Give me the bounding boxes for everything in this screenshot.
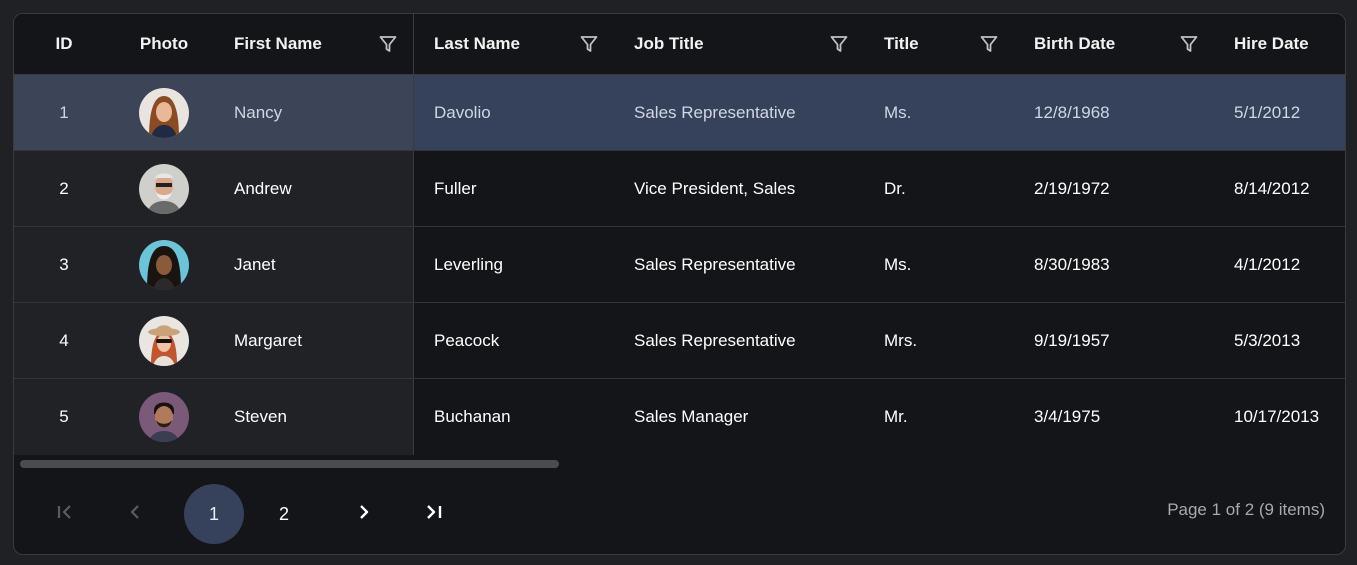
table-row[interactable]: 1 Nancy Davolio Sales Representative Ms.… bbox=[14, 75, 1345, 151]
cell-hire-date[interactable]: 5/1/2012 bbox=[1214, 75, 1345, 150]
cell-birth-date[interactable]: 3/4/1975 bbox=[1014, 379, 1214, 455]
header-hire-date[interactable]: Hire Date bbox=[1214, 14, 1345, 74]
page-info: Page 1 of 2 (9 items) bbox=[1167, 500, 1325, 519]
header-label: Last Name bbox=[434, 34, 520, 53]
header-job-title[interactable]: Job Title bbox=[614, 14, 864, 74]
avatar bbox=[139, 239, 189, 290]
cell-id[interactable]: 1 bbox=[14, 75, 114, 150]
next-page-icon bbox=[354, 502, 374, 527]
table-row[interactable]: 5 Steven Buchanan Sales Manager Mr. 3/4/… bbox=[14, 379, 1345, 455]
cell-photo[interactable] bbox=[114, 227, 214, 302]
cell-last-name[interactable]: Buchanan bbox=[414, 379, 614, 455]
cell-photo[interactable] bbox=[114, 151, 214, 226]
header-id[interactable]: ID bbox=[14, 14, 114, 74]
cell-birth-date[interactable]: 9/19/1957 bbox=[1014, 303, 1214, 378]
header-row: ID Photo First Name Last Name Job Title bbox=[14, 14, 1345, 75]
cell-job-title[interactable]: Vice President, Sales bbox=[614, 151, 864, 226]
horizontal-scrollbar[interactable] bbox=[14, 456, 1345, 470]
cell-last-name[interactable]: Peacock bbox=[414, 303, 614, 378]
last-page-button[interactable] bbox=[404, 484, 464, 544]
cell-title[interactable]: Mr. bbox=[864, 379, 1014, 455]
header-title[interactable]: Title bbox=[864, 14, 1014, 74]
cell-hire-date[interactable]: 8/14/2012 bbox=[1214, 151, 1345, 226]
cell-first-name[interactable]: Andrew bbox=[214, 151, 414, 226]
next-page-button[interactable] bbox=[334, 484, 394, 544]
scrollbar-thumb[interactable] bbox=[20, 460, 559, 468]
avatar bbox=[139, 163, 189, 214]
cell-birth-date[interactable]: 12/8/1968 bbox=[1014, 75, 1214, 150]
filter-funnel-icon[interactable] bbox=[379, 35, 397, 53]
first-page-icon bbox=[55, 502, 75, 527]
cell-first-name[interactable]: Steven bbox=[214, 379, 414, 455]
grid-viewport: ID Photo First Name Last Name Job Title bbox=[14, 14, 1345, 456]
cell-photo[interactable] bbox=[114, 303, 214, 378]
avatar bbox=[139, 87, 189, 138]
cell-job-title[interactable]: Sales Manager bbox=[614, 379, 864, 455]
cell-first-name[interactable]: Janet bbox=[214, 227, 414, 302]
cell-birth-date[interactable]: 8/30/1983 bbox=[1014, 227, 1214, 302]
header-label: First Name bbox=[234, 34, 322, 53]
cell-title[interactable]: Ms. bbox=[864, 75, 1014, 150]
cell-hire-date[interactable]: 4/1/2012 bbox=[1214, 227, 1345, 302]
pager: 1 2 Page 1 of 2 (9 items) bbox=[14, 470, 1345, 554]
filter-funnel-icon[interactable] bbox=[580, 35, 598, 53]
cell-title[interactable]: Mrs. bbox=[864, 303, 1014, 378]
cell-job-title[interactable]: Sales Representative bbox=[614, 75, 864, 150]
header-photo[interactable]: Photo bbox=[114, 14, 214, 74]
avatar bbox=[139, 315, 189, 366]
header-birth-date[interactable]: Birth Date bbox=[1014, 14, 1214, 74]
cell-job-title[interactable]: Sales Representative bbox=[614, 227, 864, 302]
filter-funnel-icon[interactable] bbox=[830, 35, 848, 53]
employee-grid: ID Photo First Name Last Name Job Title bbox=[13, 13, 1346, 555]
cell-first-name[interactable]: Margaret bbox=[214, 303, 414, 378]
filter-funnel-icon[interactable] bbox=[980, 35, 998, 53]
cell-id[interactable]: 3 bbox=[14, 227, 114, 302]
first-page-button[interactable] bbox=[35, 484, 95, 544]
avatar bbox=[139, 392, 189, 442]
header-label: Title bbox=[884, 34, 919, 53]
page-button-1[interactable]: 1 bbox=[184, 484, 244, 544]
header-label: Birth Date bbox=[1034, 34, 1116, 53]
header-last-name[interactable]: Last Name bbox=[414, 14, 614, 74]
previous-page-button[interactable] bbox=[105, 484, 165, 544]
cell-birth-date[interactable]: 2/19/1972 bbox=[1014, 151, 1214, 226]
previous-page-icon bbox=[125, 502, 145, 527]
filter-funnel-icon[interactable] bbox=[1180, 35, 1198, 53]
header-label: Photo bbox=[139, 34, 189, 53]
cell-last-name[interactable]: Fuller bbox=[414, 151, 614, 226]
cell-id[interactable]: 2 bbox=[14, 151, 114, 226]
cell-hire-date[interactable]: 10/17/2013 bbox=[1214, 379, 1345, 455]
cell-id[interactable]: 4 bbox=[14, 303, 114, 378]
cell-title[interactable]: Dr. bbox=[864, 151, 1014, 226]
table-row[interactable]: 4 Margaret Peacock Sales Representative … bbox=[14, 303, 1345, 379]
cell-job-title[interactable]: Sales Representative bbox=[614, 303, 864, 378]
last-page-icon bbox=[424, 502, 444, 527]
cell-last-name[interactable]: Leverling bbox=[414, 227, 614, 302]
page-button-2[interactable]: 2 bbox=[254, 484, 314, 544]
cell-id[interactable]: 5 bbox=[14, 379, 114, 455]
table-row[interactable]: 2 Andrew Fuller Vice President, Sales Dr… bbox=[14, 151, 1345, 227]
table-row[interactable]: 3 Janet Leverling Sales Representative M… bbox=[14, 227, 1345, 303]
header-label: ID bbox=[55, 34, 73, 53]
cell-last-name[interactable]: Davolio bbox=[414, 75, 614, 150]
header-first-name[interactable]: First Name bbox=[214, 14, 414, 74]
header-label: Hire Date bbox=[1234, 34, 1309, 53]
cell-hire-date[interactable]: 5/3/2013 bbox=[1214, 303, 1345, 378]
cell-first-name[interactable]: Nancy bbox=[214, 75, 414, 150]
cell-title[interactable]: Ms. bbox=[864, 227, 1014, 302]
cell-photo[interactable] bbox=[114, 379, 214, 455]
header-label: Job Title bbox=[634, 34, 704, 53]
cell-photo[interactable] bbox=[114, 75, 214, 150]
